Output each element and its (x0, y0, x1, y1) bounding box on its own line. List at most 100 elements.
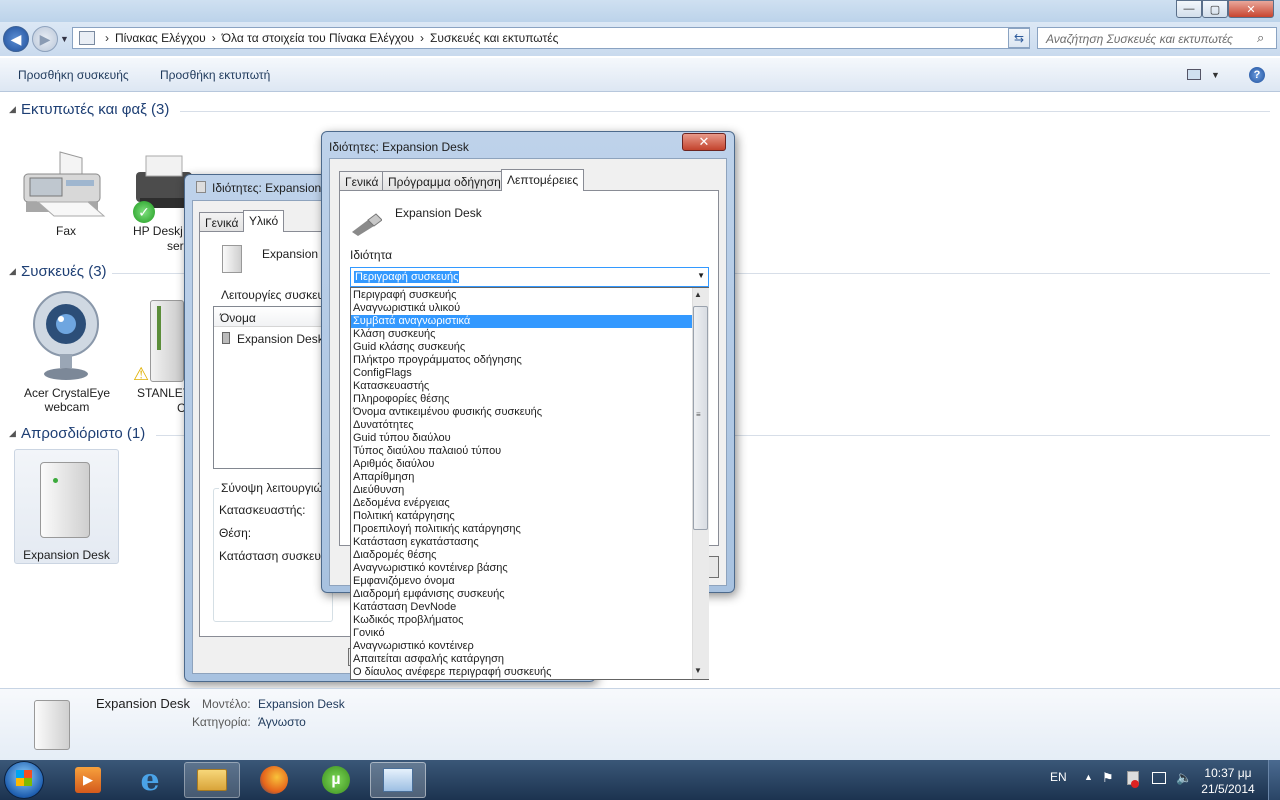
dropdown-option[interactable]: Δεδομένα ενέργειας (351, 497, 692, 510)
collapse-arrow-icon[interactable]: ◢ (9, 428, 16, 439)
dropdown-option[interactable]: Εμφανιζόμενο όνομα (351, 575, 692, 588)
dropdown-option[interactable]: Κατασκευαστής (351, 380, 692, 393)
scroll-up-icon[interactable]: ▲ (694, 290, 702, 299)
group-header-unspecified[interactable]: Απροσδιόριστο (1) (21, 425, 145, 442)
tab-general[interactable]: Γενικά (199, 212, 245, 232)
property-select[interactable]: Περιγραφή συσκευής ▼ (350, 267, 709, 287)
show-desktop-button[interactable] (1268, 760, 1280, 800)
dropdown-option[interactable]: Απαρίθμηση (351, 471, 692, 484)
expansion-desk-icon (40, 462, 90, 538)
dropdown-option[interactable]: Αναγνωριστικό κοντέινερ (351, 640, 692, 653)
utorrent-icon: µ (322, 766, 350, 794)
usb-plug-icon (350, 212, 383, 236)
dropdown-option[interactable]: Αναγνωριστικά υλικού (351, 302, 692, 315)
breadcrumb-devices-printers[interactable]: Συσκευές και εκτυπωτές (430, 31, 558, 45)
refresh-icon[interactable]: ⇆ (1008, 28, 1030, 48)
volume-icon[interactable]: 🔈 (1176, 770, 1192, 786)
dropdown-option[interactable]: Κλάση συσκευής (351, 328, 692, 341)
dropdown-option[interactable]: Αριθμός διαύλου (351, 458, 692, 471)
dropdown-option[interactable]: Ο δίαυλος ανέφερε περιγραφή συσκευής (351, 666, 692, 679)
help-icon[interactable]: ? (1249, 67, 1265, 83)
dropdown-option[interactable]: Διεύθυνση (351, 484, 692, 497)
dropdown-option[interactable]: ConfigFlags (351, 367, 692, 380)
taskbar-control-panel[interactable] (370, 762, 426, 798)
recent-pages-dropdown-icon[interactable]: ▼ (60, 34, 69, 44)
fax-icon[interactable] (18, 150, 110, 222)
functions-list[interactable] (213, 306, 333, 469)
breadcrumb-control-panel[interactable]: Πίνακας Ελέγχου (115, 31, 206, 45)
webcam-icon[interactable] (30, 288, 102, 384)
dropdown-option[interactable]: Κωδικός προβλήματος (351, 614, 692, 627)
device-icon (222, 245, 242, 273)
internet-explorer-icon: e (140, 762, 160, 798)
usb-icon (222, 332, 230, 344)
scroll-down-icon[interactable]: ▼ (694, 666, 702, 675)
taskbar-internet-explorer[interactable]: e (122, 762, 178, 798)
dropdown-option[interactable]: Guid τύπου διαύλου (351, 432, 692, 445)
menu-bar (0, 0, 1280, 22)
dropdown-option[interactable]: Πλήκτρο προγράμματος οδήγησης (351, 354, 692, 367)
tab-hardware[interactable]: Υλικό (243, 210, 285, 232)
action-center-flag-icon[interactable]: ⚑ (1102, 770, 1114, 786)
dropdown-option[interactable]: Πληροφορίες θέσης (351, 393, 692, 406)
clock-time[interactable]: 10:37 μμ (1198, 766, 1258, 780)
dropdown-option[interactable]: Δυνατότητες (351, 419, 692, 432)
view-dropdown-icon[interactable]: ▼ (1211, 70, 1220, 80)
tab-general[interactable]: Γενικά (339, 171, 385, 191)
taskbar-firefox[interactable] (246, 762, 302, 798)
dropdown-option[interactable]: Τύπος διαύλου παλαιού τύπου (351, 445, 692, 458)
tab-driver[interactable]: Πρόγραμμα οδήγησης (382, 171, 513, 191)
taskbar-explorer[interactable] (184, 762, 240, 798)
show-hidden-icons-icon[interactable]: ▲ (1084, 772, 1093, 782)
control-panel-icon (79, 31, 95, 45)
forward-button[interactable]: ▶ (32, 26, 58, 52)
forward-arrow-icon: ▶ (39, 30, 51, 47)
search-input[interactable]: Αναζήτηση Συσκευές και εκτυπωτές (1037, 27, 1277, 49)
collapse-arrow-icon[interactable]: ◢ (9, 104, 16, 115)
breadcrumb-all-items[interactable]: Όλα τα στοιχεία του Πίνακα Ελέγχου (222, 31, 414, 45)
dropdown-option[interactable]: Περιγραφή συσκευής (351, 289, 692, 302)
dropdown-option[interactable]: Διαδρομή εμφάνισης συσκευής (351, 588, 692, 601)
breadcrumb-chevron-icon[interactable]: › (212, 31, 216, 45)
list-item[interactable]: Expansion Desk (237, 332, 324, 346)
close-window-button[interactable]: ✕ (1228, 0, 1274, 18)
dropdown-option[interactable]: Όνομα αντικειμένου φυσικής συσκευής (351, 406, 692, 419)
dropdown-arrow-icon[interactable]: ▼ (697, 271, 705, 280)
add-device-button[interactable]: Προσθήκη συσκευής (18, 68, 129, 82)
dropdown-option[interactable]: Κατάσταση DevNode (351, 601, 692, 614)
dropdown-option[interactable]: Συμβατά αναγνωριστικά (351, 315, 692, 328)
clock-date[interactable]: 21/5/2014 (1198, 782, 1258, 796)
dropdown-option[interactable]: Διαδρομές θέσης (351, 549, 692, 562)
network-icon[interactable] (1152, 772, 1166, 784)
collapse-arrow-icon[interactable]: ◢ (9, 266, 16, 277)
view-options-icon[interactable] (1187, 69, 1201, 80)
dropdown-option[interactable]: Αναγνωριστικό κοντέινερ βάσης (351, 562, 692, 575)
dialog-button[interactable] (709, 556, 719, 578)
address-bar[interactable]: › Πίνακας Ελέγχου › Όλα τα στοιχεία του … (72, 27, 1030, 49)
expansion-desk-icon (34, 700, 70, 750)
group-header-devices[interactable]: Συσκευές (3) (21, 263, 107, 280)
dropdown-option[interactable]: Πολιτική κατάργησης (351, 510, 692, 523)
maximize-button[interactable]: ▢ (1202, 0, 1228, 18)
external-drive-icon[interactable] (150, 300, 184, 382)
minimize-button[interactable]: — (1176, 0, 1202, 18)
dropdown-option[interactable]: Προεπιλογή πολιτικής κατάργησης (351, 523, 692, 536)
dropdown-option[interactable]: Γονικό (351, 627, 692, 640)
breadcrumb-chevron-icon[interactable]: › (420, 31, 424, 45)
column-header-name[interactable]: Όνομα (214, 307, 332, 327)
taskbar-utorrent[interactable]: µ (308, 762, 364, 798)
folder-icon (197, 769, 227, 791)
dropdown-option[interactable]: Κατάσταση εγκατάστασης (351, 536, 692, 549)
dropdown-option[interactable]: Guid κλάσης συσκευής (351, 341, 692, 354)
dropdown-option[interactable]: Απαιτείται ασφαλής κατάργηση (351, 653, 692, 666)
taskbar-media-player[interactable]: ▶ (60, 762, 116, 798)
drive-led-icon (157, 306, 161, 350)
group-divider (180, 111, 1270, 112)
back-button[interactable]: ◀ (3, 26, 29, 52)
default-check-icon: ✓ (133, 201, 155, 223)
language-indicator[interactable]: EN (1050, 770, 1067, 784)
close-icon[interactable]: ✕ (682, 133, 726, 151)
add-printer-button[interactable]: Προσθήκη εκτυπωτή (160, 68, 270, 82)
group-header-printers[interactable]: Εκτυπωτές και φαξ (3) (21, 101, 169, 118)
tab-details[interactable]: Λεπτομέρειες (501, 169, 585, 191)
